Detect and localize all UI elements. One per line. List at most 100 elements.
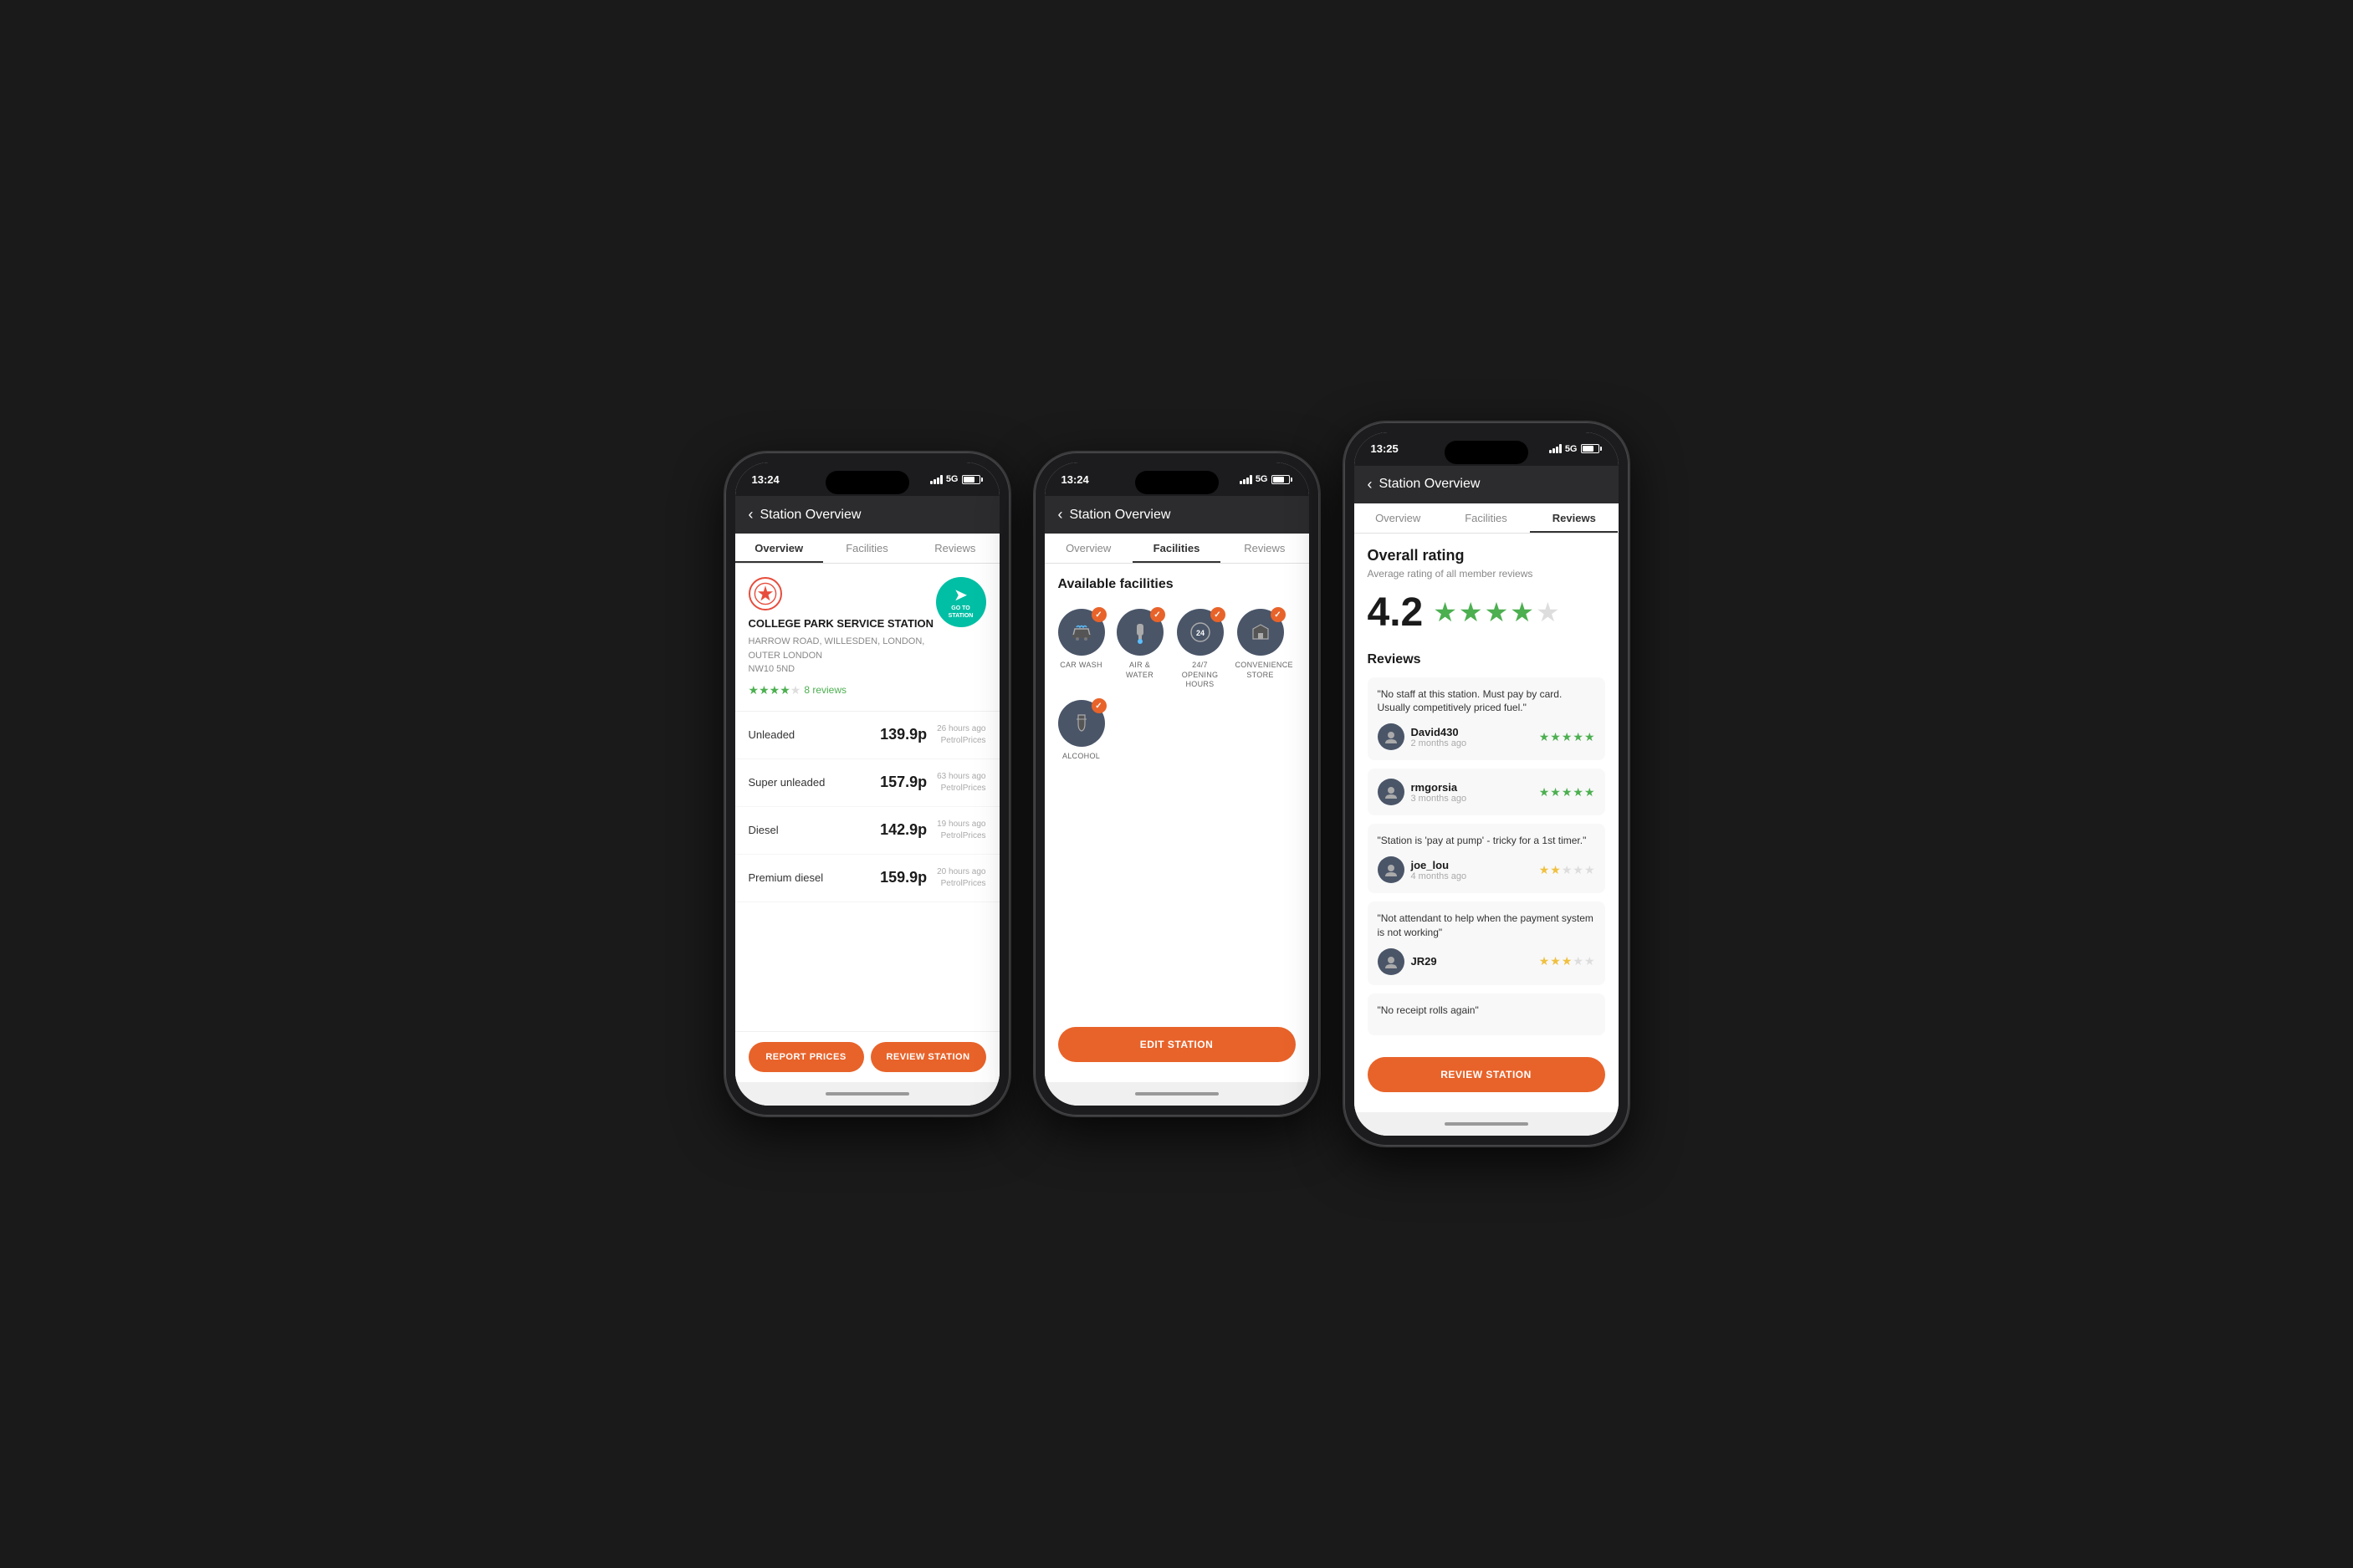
station-stars: ★ ★ ★ ★ ★ <box>749 683 801 697</box>
phone3-tab-overview[interactable]: Overview <box>1354 503 1442 533</box>
fuel-price-unleaded: 139.9p <box>880 726 927 743</box>
big-star-1: ★ <box>1433 596 1457 628</box>
overall-rating-header: Overall rating Average rating of all mem… <box>1368 547 1605 636</box>
air-water-check-icon: ✓ <box>1150 607 1165 622</box>
reviewer-info-4: JR29 <box>1378 948 1437 975</box>
review-station-button-1[interactable]: REVIEW STATION <box>871 1042 986 1072</box>
svg-text:24: 24 <box>1195 629 1204 637</box>
phone1-content: COLLEGE PARK SERVICE STATION HARROW ROAD… <box>735 564 1000 1082</box>
reviewer-stars-1: ★ ★ ★ ★ ★ <box>1539 730 1595 744</box>
convenience-label: CONVENIENCE STORE <box>1235 661 1286 680</box>
phone2-tab-overview[interactable]: Overview <box>1045 534 1133 563</box>
phone1-tab-reviews[interactable]: Reviews <box>911 534 999 563</box>
phone2-nav-title: Station Overview <box>1070 508 1171 523</box>
phone3-tab-facilities[interactable]: Facilities <box>1442 503 1530 533</box>
phone2-battery <box>1271 475 1292 484</box>
phone3-battery <box>1581 444 1602 453</box>
reviewer-row-2: rmgorsia 3 months ago ★ ★ ★ ★ ★ <box>1378 779 1595 805</box>
phone2-home-bar <box>1135 1092 1219 1096</box>
fuel-name-premium: Premium diesel <box>749 871 824 884</box>
fuel-meta-diesel: 19 hours ago PetrolPrices <box>937 819 985 842</box>
phone2-wrapper: 13:24 5G <box>1035 452 1319 1116</box>
fuel-row-diesel: Diesel 142.9p 19 hours ago PetrolPrices <box>735 807 1000 855</box>
star-2: ★ <box>759 683 770 697</box>
phone3-status-bar: 13:25 5G <box>1354 432 1619 466</box>
reviewer-time-1: 2 months ago <box>1411 738 1467 748</box>
fuel-meta-unleaded: 26 hours ago PetrolPrices <box>937 723 985 747</box>
big-rating-display: 4.2 ★ ★ ★ ★ ★ <box>1368 590 1605 636</box>
edit-station-button[interactable]: EDIT STATION <box>1058 1027 1296 1062</box>
reviewer-stars-2: ★ ★ ★ ★ ★ <box>1539 785 1595 799</box>
phone2-time: 13:24 <box>1061 473 1089 486</box>
phone3-tab-reviews[interactable]: Reviews <box>1530 503 1618 533</box>
phone1-tab-overview[interactable]: Overview <box>735 534 823 563</box>
facility-air-water: ✓ AIR & WATER <box>1115 609 1165 690</box>
fuel-price-info-premium: 159.9p 20 hours ago PetrolPrices <box>880 866 985 890</box>
phone2-tab-reviews[interactable]: Reviews <box>1220 534 1308 563</box>
phone3-bottom-area: REVIEW STATION <box>1354 1057 1619 1112</box>
review-quote-4: "Not attendant to help when the payment … <box>1378 912 1595 940</box>
247-label: 24/7 OPENING HOURS <box>1175 661 1225 690</box>
reviewer-stars-4: ★ ★ ★ ★ ★ <box>1539 954 1595 968</box>
fuel-name-super: Super unleaded <box>749 776 826 789</box>
star-3: ★ <box>770 683 780 697</box>
facilities-grid: ✓ CAR WASH <box>1058 609 1296 762</box>
alcohol-label: ALCOHOL <box>1062 752 1100 762</box>
station-left-info: COLLEGE PARK SERVICE STATION HARROW ROAD… <box>749 577 936 697</box>
air-water-label: AIR & WATER <box>1115 661 1165 680</box>
phone3-signal-bars <box>1549 444 1562 453</box>
phone2-content: Available facilities <box>1045 564 1309 1082</box>
fuel-row-super-unleaded: Super unleaded 157.9p 63 hours ago Petro… <box>735 759 1000 807</box>
star-4: ★ <box>780 683 790 697</box>
big-rating-number: 4.2 <box>1368 590 1424 636</box>
247-icon-wrapper: 24 ✓ <box>1177 609 1224 656</box>
station-header: COLLEGE PARK SERVICE STATION HARROW ROAD… <box>735 564 1000 712</box>
overall-rating-subtitle: Average rating of all member reviews <box>1368 568 1605 580</box>
fuel-price-info-unleaded: 139.9p 26 hours ago PetrolPrices <box>880 723 985 747</box>
phone3-home-indicator <box>1354 1112 1619 1136</box>
phone1-tab-facilities[interactable]: Facilities <box>823 534 911 563</box>
phone1-signal-type: 5G <box>946 474 959 484</box>
reviewer-row-4: JR29 ★ ★ ★ ★ ★ <box>1378 948 1595 975</box>
facilities-title: Available facilities <box>1058 577 1296 592</box>
phone1-tabs: Overview Facilities Reviews <box>735 534 1000 564</box>
phone2-tab-facilities[interactable]: Facilities <box>1133 534 1220 563</box>
reviewer-name-3: joe_lou <box>1411 859 1467 871</box>
go-to-station-button[interactable]: ➤ GO TO STATION <box>936 577 986 627</box>
phone1-home-bar <box>826 1092 909 1096</box>
phones-container: 13:24 5G <box>725 422 1629 1147</box>
overall-rating-title: Overall rating <box>1368 547 1605 564</box>
big-star-5: ★ <box>1536 596 1560 628</box>
fuel-prices-list: Unleaded 139.9p 26 hours ago PetrolPrice… <box>735 712 1000 1032</box>
star-1: ★ <box>749 683 760 697</box>
phone2-tabs: Overview Facilities Reviews <box>1045 534 1309 564</box>
phone1-screen: 13:24 5G <box>735 462 1000 1106</box>
247-check-icon: ✓ <box>1210 607 1225 622</box>
phone1-frame: 13:24 5G <box>725 452 1010 1116</box>
big-star-2: ★ <box>1459 596 1483 628</box>
reviewer-details-1: David430 2 months ago <box>1411 726 1467 748</box>
fuel-row-unleaded: Unleaded 139.9p 26 hours ago PetrolPrice… <box>735 712 1000 759</box>
review-card-1: "No staff at this station. Must pay by c… <box>1368 677 1605 761</box>
convenience-icon-wrapper: ✓ <box>1237 609 1284 656</box>
review-card-3: "Station is 'pay at pump' - tricky for a… <box>1368 824 1605 893</box>
phone2-back-icon[interactable]: ‹ <box>1058 506 1063 524</box>
fuel-price-diesel: 142.9p <box>880 821 927 839</box>
phone1-status-bar: 13:24 5G <box>735 462 1000 496</box>
phone1-signal-bars <box>930 475 943 484</box>
review-station-button-3[interactable]: REVIEW STATION <box>1368 1057 1605 1092</box>
phone2-screen: 13:24 5G <box>1045 462 1309 1106</box>
fuel-name-diesel: Diesel <box>749 824 779 836</box>
review-card-4: "Not attendant to help when the payment … <box>1368 901 1605 985</box>
phone3-home-bar <box>1445 1122 1528 1126</box>
phone1-back-icon[interactable]: ‹ <box>749 506 754 524</box>
reviewer-stars-3: ★ ★ ★ ★ ★ <box>1539 863 1595 877</box>
reviews-section-title: Reviews <box>1368 652 1605 667</box>
review-quote-3: "Station is 'pay at pump' - tricky for a… <box>1378 834 1595 848</box>
reviewer-name-2: rmgorsia <box>1411 781 1467 794</box>
phone3-back-icon[interactable]: ‹ <box>1368 476 1373 493</box>
alcohol-icon-wrapper: ✓ <box>1058 700 1105 747</box>
phone3-nav-bar: ‹ Station Overview <box>1354 466 1619 503</box>
report-prices-button[interactable]: REPORT PRICES <box>749 1042 864 1072</box>
fuel-price-super: 157.9p <box>880 774 927 791</box>
